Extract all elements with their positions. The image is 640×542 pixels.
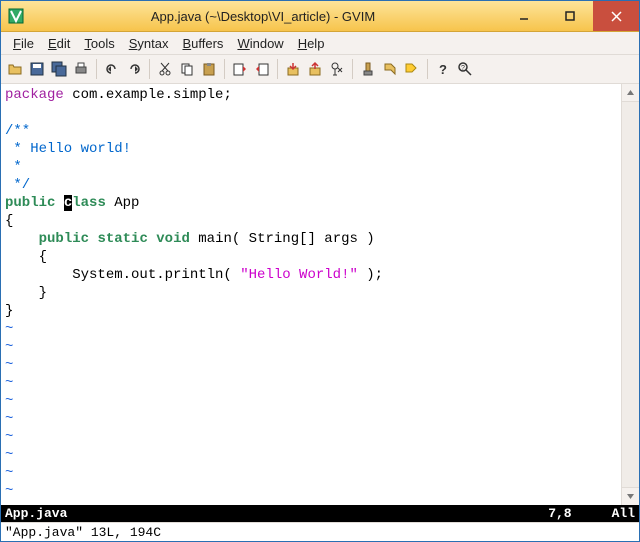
command-text: "App.java" 13L, 194C: [5, 525, 161, 540]
save-icon[interactable]: [27, 59, 47, 79]
close-button[interactable]: [593, 1, 639, 31]
ctags-icon[interactable]: [402, 59, 422, 79]
minimize-button[interactable]: [501, 1, 547, 31]
scroll-up-icon[interactable]: [622, 84, 639, 102]
command-line[interactable]: "App.java" 13L, 194C: [1, 522, 639, 541]
scroll-down-icon[interactable]: [622, 487, 639, 505]
redo-icon[interactable]: [124, 59, 144, 79]
toolbar-separator: [224, 59, 225, 79]
maximize-button[interactable]: [547, 1, 593, 31]
menu-tools[interactable]: Tools: [78, 34, 120, 53]
undo-icon[interactable]: [102, 59, 122, 79]
make-icon[interactable]: [358, 59, 378, 79]
svg-text:?: ?: [439, 62, 447, 77]
toolbar-separator: [96, 59, 97, 79]
vertical-scrollbar[interactable]: [621, 84, 639, 505]
menu-window[interactable]: Window: [231, 34, 289, 53]
window-controls: [501, 1, 639, 31]
menu-edit[interactable]: Edit: [42, 34, 76, 53]
toolbar: ??: [1, 55, 639, 84]
find-prev-icon[interactable]: [230, 59, 250, 79]
tag-icon[interactable]: [380, 59, 400, 79]
menu-help[interactable]: Help: [292, 34, 331, 53]
help-icon[interactable]: ?: [433, 59, 453, 79]
find-next-icon[interactable]: [252, 59, 272, 79]
cut-icon[interactable]: [155, 59, 175, 79]
menu-syntax[interactable]: Syntax: [123, 34, 175, 53]
code-editor[interactable]: package com.example.simple; /** * Hello …: [1, 84, 621, 505]
find-help-icon[interactable]: ?: [455, 59, 475, 79]
menu-buffers[interactable]: Buffers: [176, 34, 229, 53]
app-window: App.java (~\Desktop\VI_article) - GVIM F…: [0, 0, 640, 542]
status-bar: App.java 7,8 All: [1, 505, 639, 522]
status-filename: App.java: [5, 506, 67, 521]
print-icon[interactable]: [71, 59, 91, 79]
toolbar-separator: [352, 59, 353, 79]
run-script-icon[interactable]: [327, 59, 347, 79]
saveall-icon[interactable]: [49, 59, 69, 79]
paste-icon[interactable]: [199, 59, 219, 79]
vim-app-icon: [7, 7, 25, 25]
open-icon[interactable]: [5, 59, 25, 79]
status-scroll-indicator: All: [612, 506, 635, 521]
title-bar[interactable]: App.java (~\Desktop\VI_article) - GVIM: [1, 1, 639, 32]
status-cursor-position: 7,8: [548, 506, 571, 521]
menu-bar: File Edit Tools Syntax Buffers Window He…: [1, 32, 639, 55]
editor-area: package com.example.simple; /** * Hello …: [1, 84, 639, 505]
menu-file[interactable]: File: [7, 34, 40, 53]
window-title: App.java (~\Desktop\VI_article) - GVIM: [25, 9, 501, 24]
toolbar-separator: [277, 59, 278, 79]
toolbar-separator: [427, 59, 428, 79]
copy-icon[interactable]: [177, 59, 197, 79]
toolbar-separator: [149, 59, 150, 79]
session-load-icon[interactable]: [283, 59, 303, 79]
svg-text:?: ?: [461, 65, 465, 72]
session-save-icon[interactable]: [305, 59, 325, 79]
